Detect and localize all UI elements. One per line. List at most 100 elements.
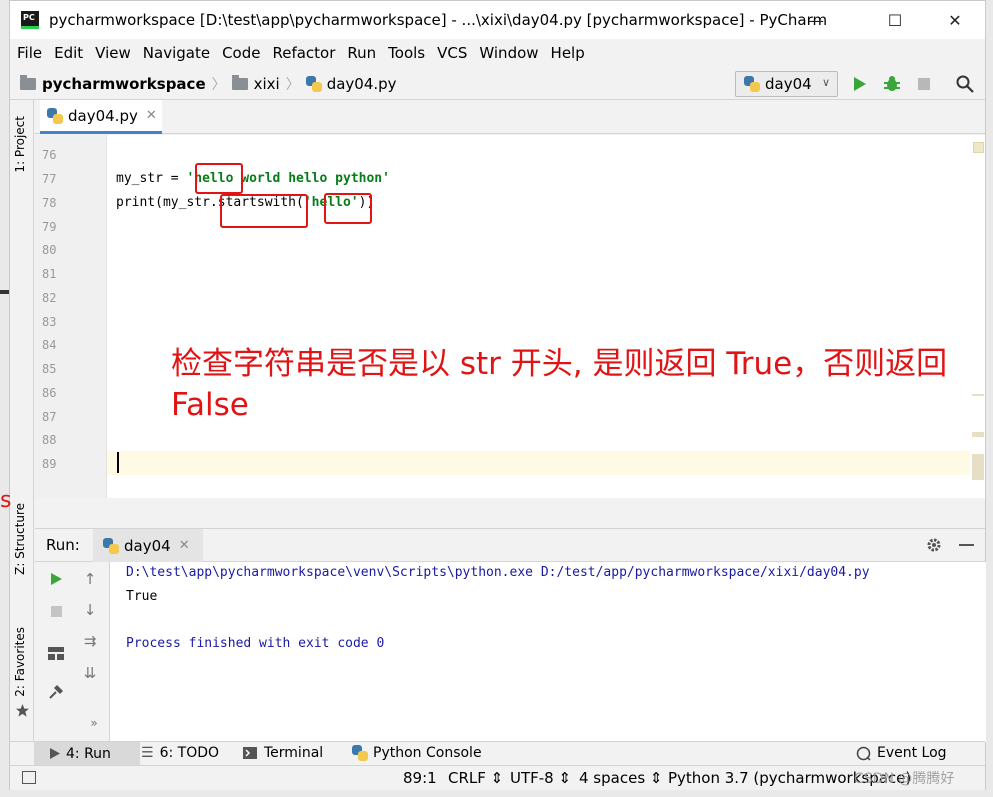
python-console-tool-button[interactable]: Python Console [352, 745, 482, 761]
stop-run-button[interactable] [47, 602, 65, 620]
line-number: 80 [42, 243, 57, 257]
menu-vcs[interactable]: VCS [437, 44, 467, 62]
indent-setting[interactable]: 4 spaces ⇕ [579, 769, 662, 787]
inspection-status-icon [973, 142, 984, 153]
pycharm-window: PC pycharmworkspace [D:\test\app\pycharm… [9, 0, 986, 790]
play-icon [50, 573, 62, 585]
project-tool-button[interactable]: 1: Project [13, 116, 27, 173]
debug-button[interactable] [883, 75, 901, 93]
line-number: 84 [42, 338, 57, 352]
line-number: 82 [42, 291, 57, 305]
structure-tool-label: Z: Structure [13, 503, 27, 575]
line-number: 79 [42, 220, 57, 234]
search-icon [956, 75, 974, 93]
chevron-right-icon: 〉 [211, 76, 226, 93]
maximize-button[interactable]: ☐ [872, 1, 918, 39]
line-number: 88 [42, 433, 57, 447]
breadcrumb: pycharmworkspace 〉 xixi 〉 day04.py [20, 74, 397, 94]
line-number-gutter: 76 77 78 79 80 81 82 83 84 85 86 87 88 8… [35, 135, 107, 498]
python-file-icon [744, 76, 760, 92]
scroll-marker [972, 394, 984, 396]
menu-navigate[interactable]: Navigate [143, 44, 210, 62]
hide-panel-button[interactable] [959, 544, 974, 546]
output-result: True [126, 589, 158, 604]
file-encoding[interactable]: UTF-8 ⇕ [510, 769, 571, 787]
scroll-up-button[interactable]: ↑ [81, 570, 99, 588]
menu-code[interactable]: Code [222, 44, 260, 62]
pin-icon [49, 685, 63, 699]
bottom-tool-bar: 4: Run ☰ 6: TODO Terminal Python Console… [10, 741, 985, 765]
gear-icon[interactable] [926, 537, 942, 553]
status-bar: 89:1 CRLF ⇕ UTF-8 ⇕ 4 spaces ⇕ Python 3.… [10, 765, 985, 790]
python-file-icon [305, 75, 322, 92]
line-number: 89 [42, 457, 57, 471]
left-tool-strip: 1: Project Z: Structure 2: Favorites [10, 100, 34, 742]
code-editor[interactable]: 76 77 78 79 80 81 82 83 84 85 86 87 88 8… [35, 135, 985, 498]
search-everywhere-button[interactable] [956, 75, 974, 93]
tool-windows-toggle-icon[interactable] [22, 771, 36, 784]
event-log-tool-button[interactable]: Event Log [856, 745, 947, 761]
menu-file[interactable]: File [17, 44, 42, 62]
favorites-tool-button[interactable]: 2: Favorites [13, 627, 27, 697]
structure-tool-button[interactable]: Z: Structure [13, 503, 27, 575]
editor-tab-day04[interactable]: day04.py ✕ [40, 100, 162, 134]
line-number: 78 [42, 196, 57, 210]
output-exit-message: Process finished with exit code 0 [126, 636, 385, 651]
scroll-down-button[interactable]: ↓ [81, 601, 99, 619]
close-button[interactable]: ✕ [932, 1, 978, 39]
line-separator[interactable]: CRLF ⇕ [448, 769, 503, 787]
editor-tab-label: day04.py [68, 106, 138, 125]
project-tool-label: 1: Project [13, 116, 27, 173]
stop-icon [50, 605, 62, 617]
list-icon: ☰ [141, 745, 154, 761]
python-console-icon [352, 745, 368, 761]
terminal-tool-button[interactable]: Terminal [243, 745, 323, 761]
more-actions-button[interactable]: » [85, 714, 103, 732]
current-line-highlight [35, 451, 970, 475]
line-number: 87 [42, 410, 57, 424]
annotation-text: 检查字符串是否是以 str 开头, 是则返回 True，否则返回 False [171, 346, 948, 423]
stop-button[interactable] [915, 75, 933, 93]
scroll-to-end-button[interactable]: ⇊ [81, 664, 99, 682]
close-tab-icon[interactable]: ✕ [179, 538, 190, 553]
menu-view[interactable]: View [95, 44, 131, 62]
breadcrumb-project[interactable]: pycharmworkspace [42, 75, 206, 93]
pycharm-logo-icon: PC [21, 11, 39, 29]
menu-edit[interactable]: Edit [54, 44, 83, 62]
watermark: CSDN @腾腾好 [854, 771, 955, 787]
run-configuration-select[interactable]: day04 ∨ [735, 71, 838, 97]
scroll-end-icon: ⇊ [83, 664, 97, 682]
stop-icon [918, 78, 930, 90]
run-panel-title: Run: [46, 536, 80, 554]
todo-tool-button[interactable]: ☰ 6: TODO [141, 745, 219, 761]
run-tool-button[interactable]: 4: Run [34, 742, 140, 765]
menu-tools[interactable]: Tools [388, 44, 425, 62]
terminal-tool-label: Terminal [264, 745, 324, 761]
menu-run[interactable]: Run [347, 44, 376, 62]
close-tab-icon[interactable]: ✕ [146, 108, 157, 123]
layout-button[interactable] [47, 644, 65, 662]
run-tab-day04[interactable]: day04 ✕ [93, 529, 203, 562]
background-window-fragment [0, 290, 9, 294]
chevron-down-icon: ∨ [821, 76, 830, 89]
line-number: 85 [42, 362, 57, 376]
pin-tab-button[interactable] [47, 683, 65, 701]
breadcrumb-folder[interactable]: xixi [254, 75, 280, 93]
editor-scrollbar[interactable] [970, 135, 985, 498]
menu-window[interactable]: Window [479, 44, 538, 62]
window-title: pycharmworkspace [D:\test\app\pycharmwor… [49, 11, 828, 29]
menu-refactor[interactable]: Refactor [272, 44, 335, 62]
caret-position[interactable]: 89:1 [403, 769, 437, 787]
folder-icon [231, 74, 248, 90]
minimize-button[interactable]: — [793, 1, 839, 39]
play-icon [50, 748, 60, 759]
run-button[interactable] [851, 75, 869, 93]
code-line-77: my_str = 'hello world hello python' [116, 171, 390, 186]
run-output-console[interactable]: D:\test\app\pycharmworkspace\venv\Script… [109, 562, 986, 742]
bug-icon [884, 76, 900, 91]
rerun-button[interactable] [47, 570, 65, 588]
breadcrumb-file[interactable]: day04.py [327, 75, 397, 93]
line-number: 81 [42, 267, 57, 281]
soft-wrap-button[interactable]: ⇉ [81, 632, 99, 650]
menu-help[interactable]: Help [551, 44, 585, 62]
